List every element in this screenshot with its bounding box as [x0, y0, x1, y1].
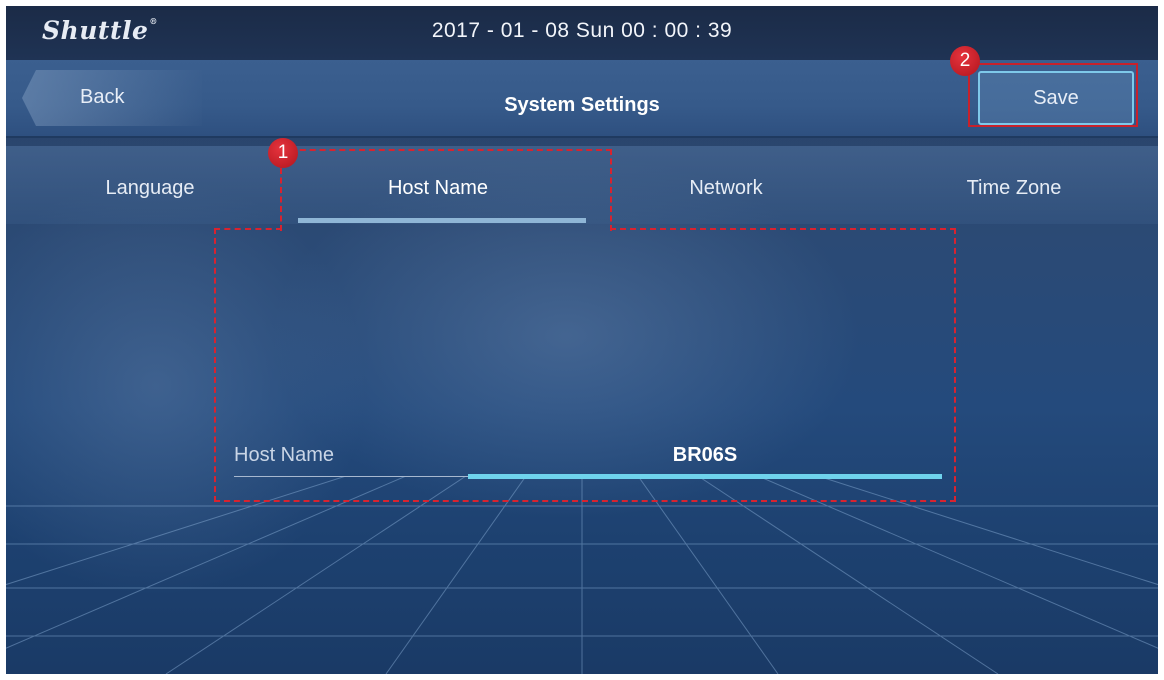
background-grid: [6, 476, 1158, 674]
status-datetime: 2017 - 01 - 08 Sun 00 : 00 : 39: [431, 19, 733, 42]
host-name-label: Host Name: [234, 444, 335, 466]
app-window: Shuttle® 2017 - 01 - 08 Sun 00 : 00 : 39…: [6, 6, 1158, 674]
active-tab-indicator: [298, 218, 586, 223]
annotation-badge-1: 1: [268, 138, 298, 168]
tab-network[interactable]: Network: [582, 146, 870, 224]
status-bar: Shuttle® 2017 - 01 - 08 Sun 00 : 00 : 39: [6, 6, 1158, 60]
tab-time-zone[interactable]: Time Zone: [870, 146, 1158, 224]
annotation-2-save-box: [968, 63, 1138, 127]
annotation-1-connector-right: [610, 228, 956, 230]
host-name-label-underline: [234, 476, 474, 477]
host-name-input-underline: [468, 474, 942, 479]
tab-bar: Language Host Name Network Time Zone: [6, 146, 1158, 224]
annotation-1-connector-left: [214, 228, 282, 230]
tab-language[interactable]: Language: [6, 146, 294, 224]
annotation-badge-2: 2: [950, 46, 980, 76]
tab-host-name[interactable]: Host Name: [294, 146, 582, 224]
host-name-input[interactable]: [468, 444, 942, 467]
